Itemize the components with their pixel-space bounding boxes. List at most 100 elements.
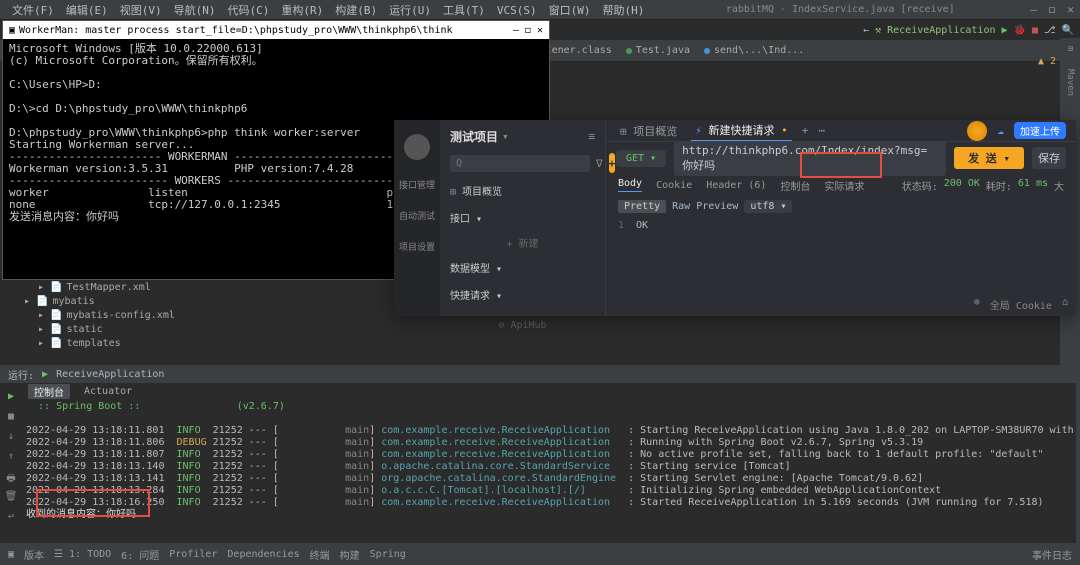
cookie-icon[interactable]: ⊕ — [974, 297, 980, 312]
window-controls: — ◻ ✕ — [1030, 3, 1074, 16]
project-tree: ▸ 📄 TestMapper.xml▸ 📄 mybatis▸ 📄 mybatis… — [20, 280, 280, 350]
menu-item[interactable]: 代码(C) — [222, 3, 276, 18]
status-item[interactable]: 终端 — [310, 547, 330, 562]
avatar-icon[interactable] — [967, 121, 987, 141]
menu-item[interactable]: 窗口(W) — [543, 3, 597, 18]
cmd-window-controls: — ◻ ✕ — [513, 25, 543, 36]
run-config-name[interactable]: ReceiveApplication — [56, 369, 164, 380]
subtab-header[interactable]: Header (6) — [706, 180, 766, 191]
file-icon: ▸ 📄 — [38, 310, 63, 321]
send-button[interactable]: 发 送 ▾ — [954, 147, 1024, 169]
search-icon[interactable]: 🔍 — [1062, 25, 1074, 36]
console-tab-actuator[interactable]: Actuator — [84, 386, 132, 397]
tab-overview[interactable]: ⊞ 项目概览 — [616, 121, 681, 141]
menu-item[interactable]: 重构(R) — [275, 3, 329, 18]
editor-tab[interactable]: send\...\Ind... — [700, 44, 808, 57]
git-icon[interactable]: ⎇ — [1044, 25, 1056, 36]
maven-label[interactable]: Maven — [1065, 69, 1075, 96]
status-item[interactable]: Dependencies — [227, 549, 299, 560]
menu-item[interactable]: 导航(N) — [168, 3, 222, 18]
menu-item[interactable]: 工具(T) — [437, 3, 491, 18]
status-item[interactable]: ☰ 1: TODO — [54, 549, 111, 560]
console-tab-output[interactable]: 控制台 — [28, 384, 70, 399]
warning-badge[interactable]: ▲ 2 — [1038, 56, 1056, 67]
event-log[interactable]: 事件日志 — [1032, 547, 1072, 562]
menu-item[interactable]: 构建(B) — [329, 3, 383, 18]
menu-item[interactable]: VCS(S) — [491, 3, 543, 18]
project-title[interactable]: 测试项目 — [450, 128, 498, 145]
save-button[interactable]: 保存 — [1032, 147, 1066, 169]
run-config[interactable]: ReceiveApplication — [887, 25, 995, 36]
tree-interface[interactable]: 接口 ▾ — [450, 208, 595, 227]
maven-icon[interactable]: m — [1065, 46, 1075, 51]
close-icon[interactable]: ✕ — [1067, 3, 1074, 16]
tree-item[interactable]: ▸ 📄 mybatis-config.xml — [20, 308, 280, 322]
tool-icon[interactable]: ▣ — [8, 549, 14, 560]
nav-back-icon[interactable]: ← — [863, 25, 869, 36]
menu-item[interactable]: 文件(F) — [6, 3, 60, 18]
cmd-icon: ▣ — [9, 25, 15, 36]
status-item[interactable]: Profiler — [169, 549, 217, 560]
stop-icon[interactable]: ■ — [4, 411, 18, 425]
tab-more[interactable]: ⋯ — [818, 124, 825, 137]
status-item[interactable]: 版本 — [24, 547, 44, 562]
response-body: 1 OK — [606, 216, 1076, 235]
menu-item[interactable]: 编辑(E) — [60, 3, 114, 18]
side-api-mgmt[interactable]: 接口管理 — [399, 178, 435, 191]
menu-item[interactable]: 帮助(H) — [597, 3, 651, 18]
side-settings[interactable]: 项目设置 — [399, 240, 435, 253]
status-item[interactable]: 构建 — [340, 547, 360, 562]
subtab-body[interactable]: Body — [618, 178, 642, 192]
subtab-console[interactable]: 控制台 — [780, 178, 810, 193]
menu-item[interactable]: 视图(V) — [114, 3, 168, 18]
resp-preview[interactable]: Preview — [696, 201, 738, 212]
tree-item[interactable]: ▸ 📄 mybatis — [20, 294, 280, 308]
method-select[interactable]: GET ▾ — [616, 150, 666, 167]
run-play-icon[interactable]: ▶ — [42, 369, 48, 380]
expand-icon[interactable]: ⌂ — [1062, 297, 1068, 312]
hammer-icon[interactable]: ⚒ — [875, 25, 881, 36]
resp-encoding[interactable]: utf8 ▾ — [744, 200, 792, 213]
debug-icon[interactable]: 🐞 — [1014, 25, 1026, 36]
maximize-icon[interactable]: ◻ — [1049, 3, 1056, 16]
subtab-cookie[interactable]: Cookie — [656, 180, 692, 191]
up-icon[interactable]: ↑ — [4, 451, 18, 465]
url-input[interactable]: http://thinkphp6.com/Index/index?msg=你好吗 — [674, 141, 946, 176]
status-item[interactable]: 6: 问题 — [121, 547, 159, 562]
tree-item[interactable]: ▸ 📄 static — [20, 322, 280, 336]
minimize-icon[interactable]: — — [1030, 3, 1037, 16]
avatar[interactable] — [404, 134, 430, 160]
tree-add[interactable]: + 新建 — [450, 235, 595, 250]
side-auto-test[interactable]: 自动测试 — [399, 209, 435, 222]
tab-add[interactable]: + — [802, 124, 809, 137]
global-cookie[interactable]: 全局 Cookie — [990, 297, 1052, 312]
subtab-actual[interactable]: 实际请求 — [824, 178, 864, 193]
print-icon[interactable]: 🖶 — [4, 471, 18, 485]
cloud-icon[interactable]: ☁ — [997, 124, 1004, 137]
project-menu-icon[interactable]: ≡ — [588, 130, 595, 143]
filter-icon[interactable]: ∇ — [596, 157, 603, 170]
tree-item[interactable]: ▸ 📄 templates — [20, 336, 280, 350]
tree-quickreq[interactable]: 快捷请求 ▾ — [450, 285, 595, 304]
trash-icon[interactable]: 🗑 — [4, 491, 18, 505]
down-icon[interactable]: ↓ — [4, 431, 18, 445]
tab-new-request[interactable]: ⚡ 新建快捷请求 • — [691, 120, 792, 142]
status-item[interactable]: Spring — [370, 549, 406, 560]
wrap-icon[interactable]: ↩ — [4, 511, 18, 525]
menu-item[interactable]: 运行(U) — [383, 3, 437, 18]
tree-datamodel[interactable]: 数据模型 ▾ — [450, 258, 595, 277]
resp-raw[interactable]: Raw — [672, 201, 690, 212]
status-bar: ▣ 版本 ☰ 1: TODO 6: 问题 Profiler Dependencies 终端构… — [0, 543, 1080, 565]
api-left-panel: 测试项目 ▾ ≡ ∇ + ⊞ 项目概览 接口 ▾ + 新建 数据模型 ▾ 快捷请… — [440, 120, 606, 316]
editor-tab[interactable]: Test.java — [622, 44, 694, 57]
rerun-icon[interactable]: ▶ — [4, 391, 18, 405]
tree-overview[interactable]: ⊞ 项目概览 — [450, 181, 595, 200]
tree-item[interactable]: ▸ 📄 TestMapper.xml — [20, 280, 280, 294]
chevron-down-icon[interactable]: ▾ — [502, 130, 509, 143]
file-icon: ▸ 📄 — [38, 324, 63, 335]
stop-icon[interactable]: ■ — [1032, 25, 1038, 36]
upload-badge[interactable]: 加速上传 — [1014, 122, 1066, 139]
search-input[interactable] — [450, 155, 590, 172]
run-icon[interactable]: ▶ — [1002, 25, 1008, 36]
resp-pretty[interactable]: Pretty — [618, 200, 666, 213]
